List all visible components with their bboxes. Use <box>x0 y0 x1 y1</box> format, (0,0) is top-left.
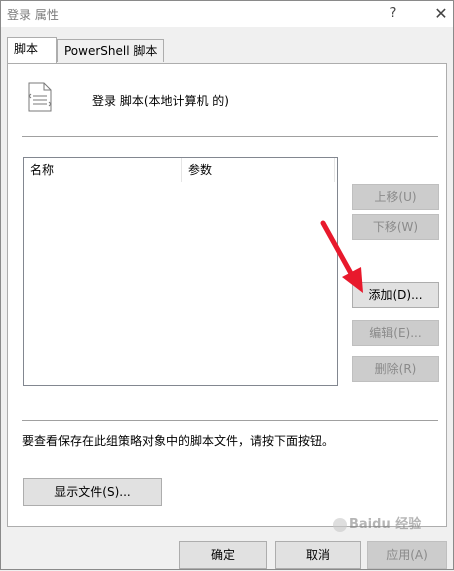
cancel-button[interactable]: 取消 <box>275 541 361 569</box>
ok-button[interactable]: 确定 <box>179 541 267 569</box>
baidu-paw-icon <box>333 517 347 532</box>
apply-button[interactable]: 应用(A) <box>367 541 447 569</box>
move-down-button[interactable]: 下移(W) <box>352 214 439 240</box>
title-bar: 登录 属性 ? ✕ <box>1 1 453 27</box>
properties-window: 登录 属性 ? ✕ 脚本 PowerShell 脚本 登录 脚本(本地计算机 的… <box>0 0 454 570</box>
add-button[interactable]: 添加(D)... <box>352 282 439 308</box>
script-document-icon <box>28 82 52 112</box>
move-up-button[interactable]: 上移(U) <box>352 184 439 210</box>
tab-powershell-scripts[interactable]: PowerShell 脚本 <box>57 39 165 62</box>
tab-scripts[interactable]: 脚本 <box>7 37 57 63</box>
divider-top <box>22 136 438 137</box>
column-header-name[interactable]: 名称 <box>24 158 182 182</box>
tab-panel: 登录 脚本(本地计算机 的) 名称 参数 上移(U) 下移(W) 添加(D)..… <box>7 63 447 527</box>
baidu-watermark: Baidu 经验 <box>331 513 421 532</box>
help-button[interactable]: ? <box>371 1 415 27</box>
scripts-heading: 登录 脚本(本地计算机 的) <box>92 94 229 108</box>
show-files-button[interactable]: 显示文件(S)... <box>23 478 162 506</box>
remove-button[interactable]: 删除(R) <box>352 356 439 382</box>
column-header-parameters[interactable]: 参数 <box>182 158 335 182</box>
divider-bottom <box>22 420 438 421</box>
watermark-text: Baidu 经验 <box>349 517 422 532</box>
scripts-list[interactable]: 名称 参数 <box>23 157 338 386</box>
close-button[interactable]: ✕ <box>419 1 454 27</box>
edit-button[interactable]: 编辑(E)... <box>352 320 439 346</box>
info-text: 要查看保存在此组策略对象中的脚本文件，请按下面按钮。 <box>22 434 335 448</box>
window-title: 登录 属性 <box>7 8 59 22</box>
